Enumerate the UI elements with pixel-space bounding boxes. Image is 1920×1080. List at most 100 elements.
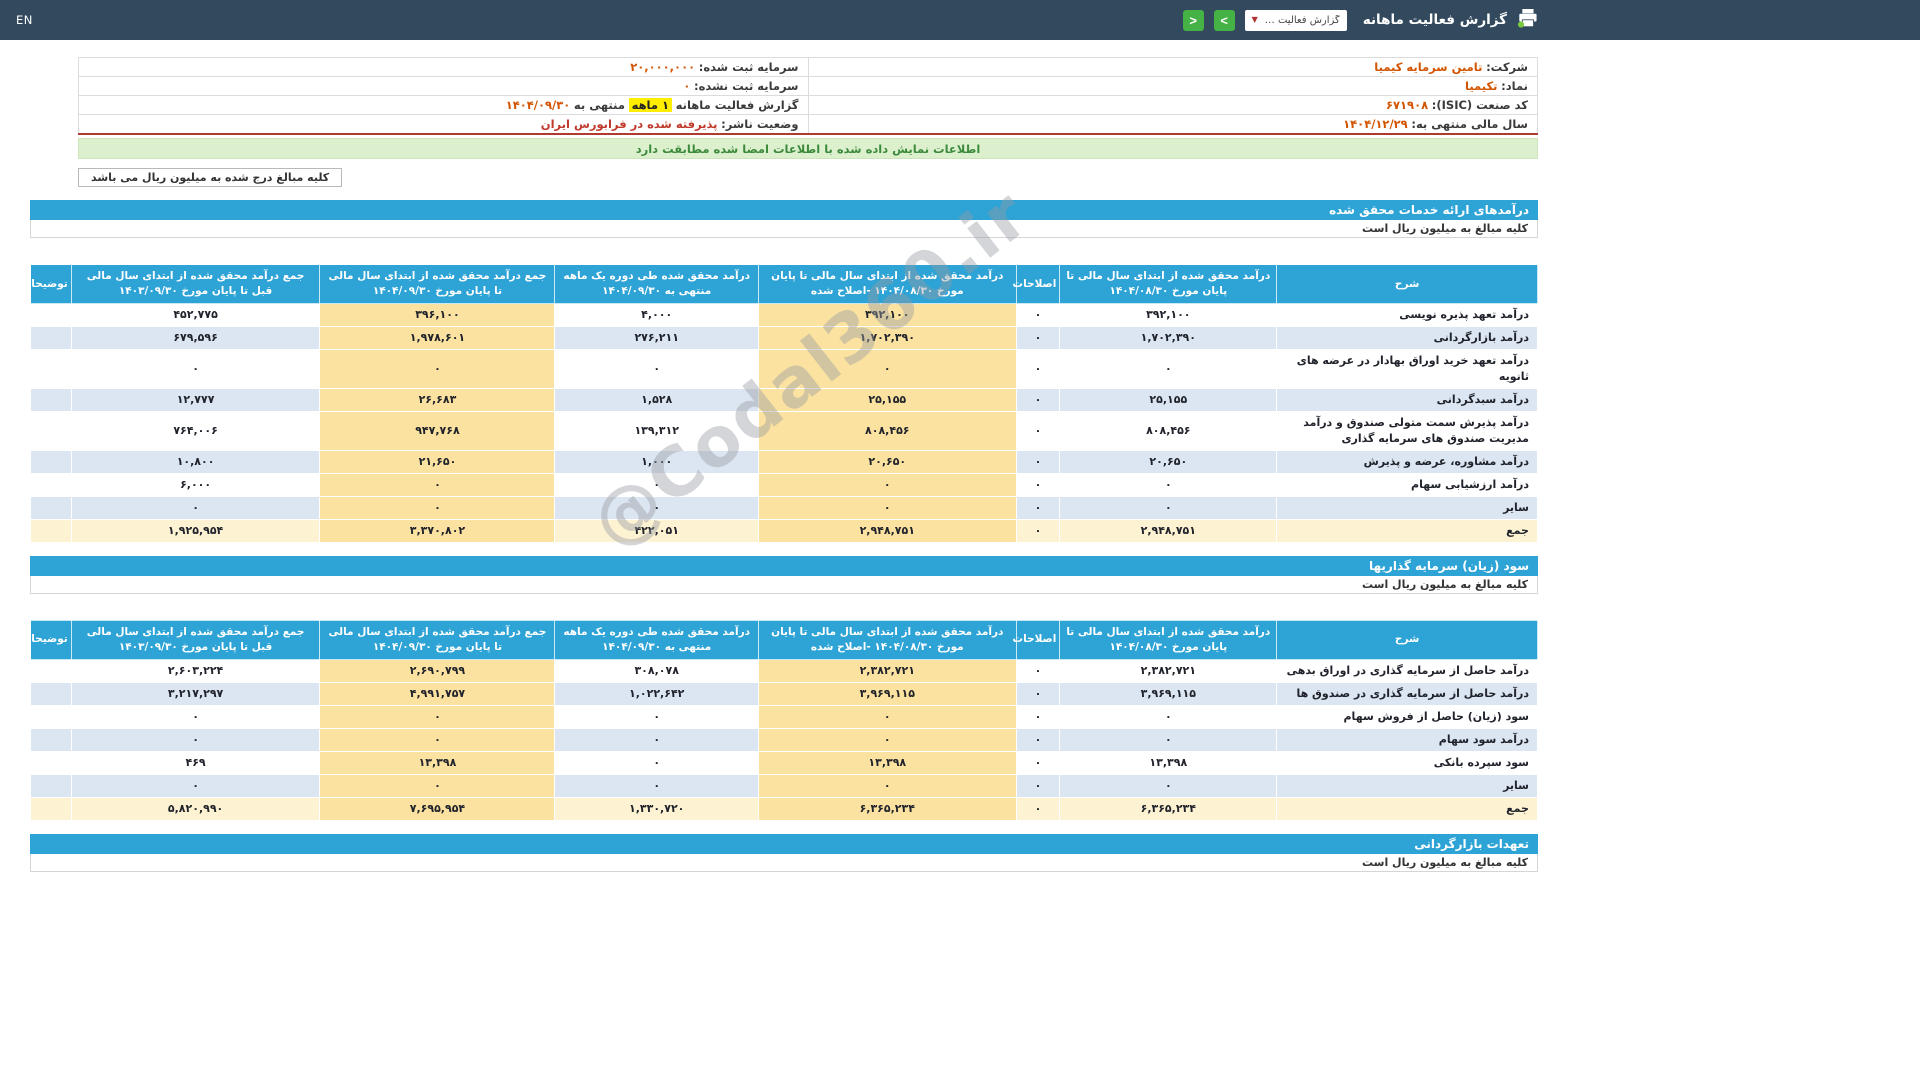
col-header-total: جمع درآمد محقق شده از ابتدای سال مالی تا… bbox=[319, 263, 556, 305]
row-value: ۰ bbox=[1015, 495, 1061, 520]
row-value: ۰ bbox=[1059, 728, 1278, 752]
section-subtitle: کلیه مبالغ به میلیون ریال است bbox=[30, 220, 1538, 238]
table-row: درآمد بازارگردانی ۱,۷۰۲,۳۹۰ ۰ ۱,۷۰۲,۳۹۰ ۲۷۶,… bbox=[30, 326, 1538, 351]
topbar: گزارش فعالیت ماهانه گزارش فعالیت ماهانه … bbox=[0, 0, 1920, 40]
row-notes bbox=[30, 682, 72, 707]
row-value: ۲۰,۶۵۰ bbox=[757, 450, 1017, 474]
isic-value: ۶۷۱۹۰۸ bbox=[1386, 98, 1429, 112]
col-header-description: شرح bbox=[1276, 619, 1538, 661]
col-header-adjustments: اصلاحات bbox=[1013, 619, 1061, 661]
row-value: ۳۹۲,۱۰۰ bbox=[757, 303, 1017, 328]
row-notes bbox=[30, 326, 72, 351]
col-header-adjusted: درآمد محقق شده از ابتدای سال مالی تا پای… bbox=[757, 619, 1017, 661]
row-value: ۱,۰۲۲,۶۴۲ bbox=[554, 682, 759, 707]
info-row-fiscal: سال مالی منتهی به: ۱۴۰۴/۱۲/۲۹ وضعیت ناشر… bbox=[78, 114, 1538, 135]
issuer-status-value: پذیرفته شده در فرابورس ایران bbox=[540, 117, 718, 131]
table-header-row: شرح درآمد محقق شده از ابتدای سال مالی تا… bbox=[21, 263, 1538, 305]
row-value: ۵,۸۲۰,۹۹۰ bbox=[70, 796, 321, 821]
next-report-button[interactable]: > bbox=[1213, 9, 1235, 31]
report-type-select[interactable]: گزارش فعالیت ماهانه ▼ bbox=[1244, 9, 1347, 31]
row-notes bbox=[30, 495, 72, 520]
row-notes bbox=[30, 472, 72, 497]
report-type-selected-value: گزارش فعالیت ماهانه bbox=[1264, 14, 1340, 26]
row-value: ۰ bbox=[1015, 705, 1061, 729]
row-value: ۰ bbox=[554, 472, 759, 497]
row-value: ۰ bbox=[757, 728, 1017, 752]
row-value: ۳,۳۷۰,۸۰۲ bbox=[319, 518, 556, 543]
col-header-ytd: درآمد محقق شده از ابتدای سال مالی تا پای… bbox=[1059, 263, 1278, 305]
printer-icon bbox=[1517, 9, 1538, 31]
row-label: سود سپرده بانکی bbox=[1276, 750, 1538, 775]
row-label: درآمد بازارگردانی bbox=[1276, 326, 1538, 351]
row-value: ۰ bbox=[319, 495, 556, 520]
row-value: ۲۷۶,۲۱۱ bbox=[554, 326, 759, 351]
section-market-making: تعهدات بازارگردانی کلیه مبالغ به میلیون … bbox=[30, 833, 1538, 872]
table-row: درآمد مشاوره، عرضه و پذیرش ۲۰,۶۵۰ ۰ ۲۰,۶۵۰ ۱… bbox=[30, 450, 1538, 474]
col-header-prev-year: جمع درآمد محقق شده از ابتدای سال مالی قب… bbox=[70, 619, 321, 661]
row-value: ۱۳۹,۳۱۲ bbox=[554, 411, 759, 451]
row-value: ۱۲,۷۷۷ bbox=[70, 388, 321, 413]
row-value: ۰ bbox=[1015, 518, 1061, 543]
row-value: ۱۳,۳۹۸ bbox=[1059, 750, 1278, 775]
row-label: درآمد پذیرش سمت متولی صندوق و درآمد مدیر… bbox=[1276, 411, 1538, 451]
print-button[interactable] bbox=[1517, 9, 1538, 31]
language-toggle[interactable]: EN bbox=[16, 13, 33, 27]
row-value: ۲۵,۱۵۵ bbox=[757, 388, 1017, 413]
row-label: درآمد سود سهام bbox=[1276, 728, 1538, 752]
row-value: ۰ bbox=[1015, 796, 1061, 821]
symbol-label: نماد: bbox=[1501, 79, 1528, 93]
info-row-company: شرکت: تامین سرمایه کیمیا سرمایه ثبت شده:… bbox=[78, 57, 1538, 77]
row-value: ۰ bbox=[757, 495, 1017, 520]
registered-capital-value: ۲۰,۰۰۰,۰۰۰ bbox=[630, 60, 696, 74]
signature-match-text: اطلاعات نمایش داده شده با اطلاعات امضا ش… bbox=[635, 141, 981, 156]
section-subtitle: کلیه مبالغ به میلیون ریال است bbox=[30, 853, 1538, 872]
row-value: ۰ bbox=[1015, 682, 1061, 707]
col-header-total: جمع درآمد محقق شده از ابتدای سال مالی تا… bbox=[319, 619, 556, 661]
row-notes bbox=[30, 750, 72, 775]
row-value: ۰ bbox=[70, 705, 321, 729]
row-value: ۰ bbox=[1059, 495, 1278, 520]
amounts-note-box: کلیه مبالغ درج شده به میلیون ریال می باش… bbox=[78, 168, 343, 187]
signature-match-banner: اطلاعات نمایش داده شده با اطلاعات امضا ش… bbox=[78, 138, 1538, 159]
row-value: ۰ bbox=[319, 349, 556, 390]
row-label: سایر bbox=[1276, 773, 1538, 798]
row-value: ۰ bbox=[70, 728, 321, 752]
row-value: ۰ bbox=[757, 705, 1017, 729]
row-value: ۲,۳۸۲,۷۲۱ bbox=[757, 659, 1017, 684]
row-notes bbox=[30, 728, 72, 752]
row-value: ۰ bbox=[1015, 773, 1061, 798]
section-title: درآمدهای ارائه خدمات محقق شده bbox=[30, 200, 1538, 220]
fiscal-year-label: سال مالی منتهی به: bbox=[1411, 117, 1528, 131]
row-value: ۰ bbox=[70, 495, 321, 520]
row-value: ۱,۹۷۸,۶۰۱ bbox=[319, 326, 556, 351]
row-value: ۴,۹۹۱,۷۵۷ bbox=[319, 682, 556, 707]
table-row: جمع ۶,۳۶۵,۲۳۴ ۰ ۶,۳۶۵,۲۳۴ ۱,۳۳۰,۷۲۰ ۷,۶۹۵,۹۵۴… bbox=[30, 796, 1538, 821]
row-notes bbox=[30, 411, 72, 451]
row-value: ۰ bbox=[1059, 773, 1278, 798]
row-value: ۰ bbox=[1015, 659, 1061, 684]
row-value: ۶۷۹,۵۹۶ bbox=[70, 326, 321, 351]
row-notes bbox=[30, 518, 72, 543]
report-period-label: گزارش فعالیت ماهانه bbox=[675, 98, 799, 112]
row-value: ۷۶۴,۰۰۶ bbox=[70, 411, 321, 451]
row-value: ۰ bbox=[319, 705, 556, 729]
col-header-adjustments: اصلاحات bbox=[1013, 263, 1061, 305]
col-header-notes: توضیحات bbox=[21, 619, 72, 661]
previous-report-button[interactable]: < bbox=[1182, 9, 1204, 31]
row-value: ۰ bbox=[1015, 450, 1061, 474]
row-label: درآمد حاصل از سرمایه گذاری در اوراق بدهی bbox=[1276, 659, 1538, 684]
isic-label: کد صنعت (ISIC): bbox=[1431, 98, 1528, 112]
col-header-adjusted: درآمد محقق شده از ابتدای سال مالی تا پای… bbox=[757, 263, 1017, 305]
table-row: درآمد ارزشیابی سهام ۰ ۰ ۰ ۰ ۰ ۶,۰۰۰ bbox=[30, 472, 1538, 497]
row-value: ۱,۵۲۸ bbox=[554, 388, 759, 413]
row-value: ۰ bbox=[554, 728, 759, 752]
table-row: سود سپرده بانکی ۱۳,۳۹۸ ۰ ۱۳,۳۹۸ ۰ ۱۳,۳۹۸ ۴۶۹ bbox=[30, 750, 1538, 775]
row-value: ۴۵۲,۷۷۵ bbox=[70, 303, 321, 328]
row-value: ۱,۹۲۵,۹۵۴ bbox=[70, 518, 321, 543]
unregistered-capital-value: ۰ bbox=[683, 79, 691, 93]
col-header-description: شرح bbox=[1276, 263, 1538, 305]
row-value: ۲۶,۶۸۳ bbox=[319, 388, 556, 413]
registered-capital-label: سرمایه ثبت شده: bbox=[698, 60, 799, 74]
row-value: ۰ bbox=[1015, 326, 1061, 351]
row-value: ۰ bbox=[554, 750, 759, 775]
